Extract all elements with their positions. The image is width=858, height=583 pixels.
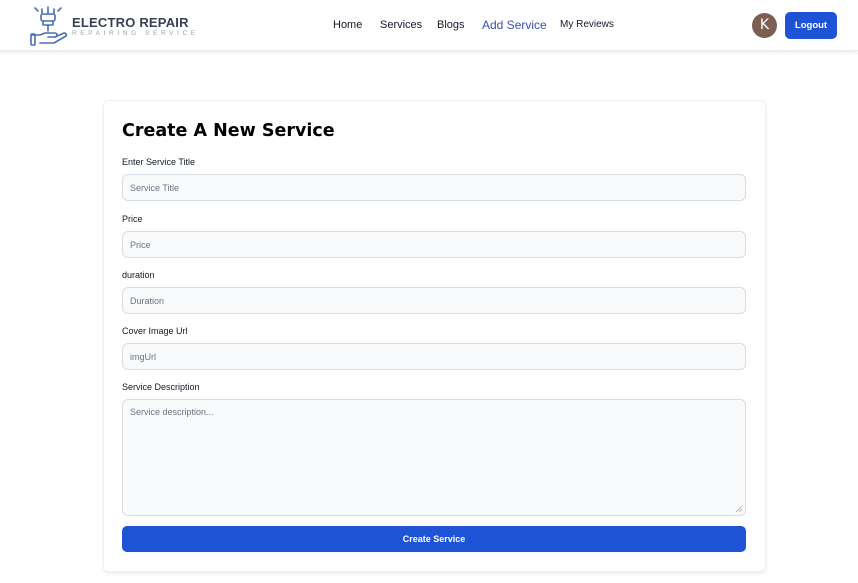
cover-image-input[interactable] (122, 343, 746, 370)
cover-image-label: Cover Image Url (122, 326, 188, 336)
description-label: Service Description (122, 382, 200, 392)
logo-link[interactable]: ELECTRO REPAIR REPAIRING SERVICE (30, 5, 195, 47)
hand-plug-logo-icon (30, 6, 68, 46)
nav-link-services[interactable]: Services (380, 19, 422, 31)
nav-link-my-reviews[interactable]: My Reviews (560, 19, 614, 30)
nav-link-add-service[interactable]: Add Service (482, 18, 547, 32)
price-input[interactable] (122, 231, 746, 258)
nav-link-blogs[interactable]: Blogs (437, 19, 465, 31)
resize-grip-icon[interactable] (735, 505, 743, 513)
duration-label: duration (122, 270, 155, 280)
nav-link-home[interactable]: Home (333, 19, 362, 31)
logout-button[interactable]: Logout (785, 12, 837, 39)
create-service-form: Create A New Service Enter Service Title… (104, 101, 765, 571)
user-avatar[interactable]: K (752, 13, 777, 38)
navbar: ELECTRO REPAIR REPAIRING SERVICE Home Se… (0, 0, 858, 51)
description-textarea[interactable] (122, 399, 746, 516)
logo-title: ELECTRO REPAIR (72, 15, 189, 30)
price-label: Price (122, 214, 143, 224)
form-title: Create A New Service (122, 121, 335, 141)
service-title-label: Enter Service Title (122, 157, 196, 167)
service-title-input[interactable] (122, 174, 746, 201)
duration-input[interactable] (122, 287, 746, 314)
logo-subtitle: REPAIRING SERVICE (72, 30, 199, 37)
create-service-button[interactable]: Create Service (122, 526, 746, 552)
